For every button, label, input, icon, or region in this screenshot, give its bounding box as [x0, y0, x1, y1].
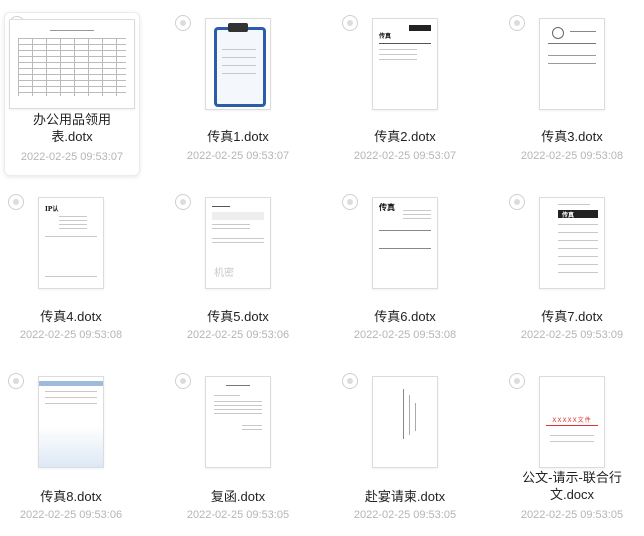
select-radio[interactable] [509, 373, 525, 389]
file-name: 传真4.dotx [40, 309, 102, 324]
file-card-fax4[interactable]: IP认 传真4.dotx 2022-02-25 09:53:08 [4, 191, 138, 353]
file-card-banquet-invitation[interactable]: 赴宴请柬.dotx 2022-02-25 09:53:05 [338, 370, 472, 532]
file-date: 2022-02-25 09:53:06 [19, 509, 123, 521]
select-radio[interactable] [342, 373, 358, 389]
select-radio[interactable] [175, 15, 191, 31]
file-card-fax7[interactable]: 传真 传真7.dotx 2022-02-25 09:53:09 [505, 191, 639, 353]
file-date: 2022-02-25 09:53:09 [520, 329, 624, 341]
file-card-office-supplies[interactable]: 办公用品领用 表.dotx 2022-02-25 09:53:07 [4, 12, 140, 176]
file-thumbnail [205, 18, 271, 110]
file-name: 传真1.dotx [207, 129, 269, 144]
file-name: 传真5.dotx [207, 309, 269, 324]
file-name: 办公用品领用 表.dotx [32, 112, 111, 144]
file-name: 公文-请示-联合行 文.docx [522, 470, 622, 502]
file-card-fax3[interactable]: 传真3.dotx 2022-02-25 09:53:08 [505, 12, 639, 174]
file-thumbnail: 机密 [205, 197, 271, 289]
select-radio[interactable] [509, 15, 525, 31]
file-name: 传真3.dotx [541, 129, 603, 144]
select-radio[interactable] [175, 373, 191, 389]
file-card-official-document[interactable]: XXXXX文件 公文-请示-联合行 文.docx 2022-02-25 09:53… [505, 370, 639, 532]
file-card-fax6[interactable]: 传真 传真6.dotx 2022-02-25 09:53:08 [338, 191, 472, 353]
file-thumbnail: XXXXX文件 [539, 376, 605, 468]
file-date: 2022-02-25 09:53:08 [353, 329, 457, 341]
select-radio[interactable] [342, 15, 358, 31]
file-thumbnail: 传真 [372, 18, 438, 110]
select-radio[interactable] [509, 194, 525, 210]
file-name: 传真8.dotx [40, 489, 102, 504]
file-name: 复函.dotx [210, 489, 266, 504]
file-name: 传真2.dotx [374, 129, 436, 144]
file-date: 2022-02-25 09:53:05 [353, 509, 457, 521]
file-thumbnail: 传真 [539, 197, 605, 289]
file-thumbnail [205, 376, 271, 468]
select-radio[interactable] [8, 373, 24, 389]
file-thumbnail: IP认 [38, 197, 104, 289]
file-thumbnail [38, 376, 104, 468]
file-name: 传真7.dotx [541, 309, 603, 324]
file-date: 2022-02-25 09:53:07 [353, 150, 457, 162]
file-card-fax5[interactable]: 机密 传真5.dotx 2022-02-25 09:53:06 [171, 191, 305, 353]
file-name: 赴宴请柬.dotx [364, 489, 446, 504]
select-radio[interactable] [175, 194, 191, 210]
file-date: 2022-02-25 09:53:08 [520, 150, 624, 162]
file-card-fax1[interactable]: 传真1.dotx 2022-02-25 09:53:07 [171, 12, 305, 174]
file-date: 2022-02-25 09:53:07 [20, 151, 124, 163]
select-radio[interactable] [8, 194, 24, 210]
file-card-reply-letter[interactable]: 复函.dotx 2022-02-25 09:53:05 [171, 370, 305, 532]
file-thumbnail [539, 18, 605, 110]
file-thumbnail: 传真 [372, 197, 438, 289]
file-date: 2022-02-25 09:53:05 [520, 509, 624, 521]
file-thumbnail [9, 19, 135, 109]
file-name: 传真6.dotx [374, 309, 436, 324]
file-card-fax2[interactable]: 传真 传真2.dotx 2022-02-25 09:53:07 [338, 12, 472, 174]
select-radio[interactable] [342, 194, 358, 210]
file-date: 2022-02-25 09:53:06 [186, 329, 290, 341]
file-date: 2022-02-25 09:53:05 [186, 509, 290, 521]
file-card-fax8[interactable]: 传真8.dotx 2022-02-25 09:53:06 [4, 370, 138, 532]
file-date: 2022-02-25 09:53:07 [186, 150, 290, 162]
file-date: 2022-02-25 09:53:08 [19, 329, 123, 341]
file-thumbnail [372, 376, 438, 468]
